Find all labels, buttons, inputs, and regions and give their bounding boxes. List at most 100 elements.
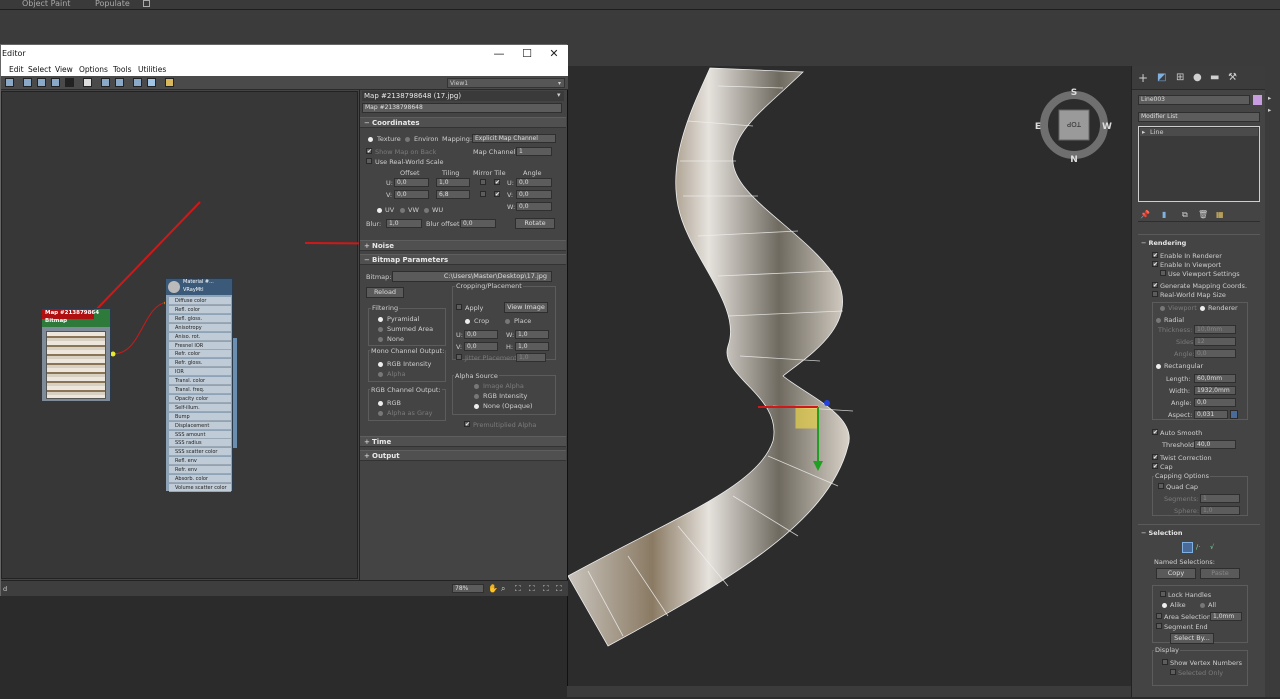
material-slot[interactable]: Volume scatter color [169, 483, 231, 492]
vraymtl-node[interactable]: Material #... VRayMtl Diffuse color Refl.… [165, 278, 233, 492]
menu-edit[interactable]: Edit [9, 65, 24, 74]
populate-tab[interactable]: Populate [95, 0, 130, 8]
material-slot[interactable]: Refl. env [169, 457, 231, 466]
quad-cap-checkbox[interactable] [1158, 483, 1164, 489]
mono-rgb-intensity-radio[interactable] [378, 362, 383, 367]
pin-stack-icon[interactable]: 📌 [1140, 210, 1150, 219]
area-selection-checkbox[interactable] [1156, 613, 1162, 619]
output-rollout-header[interactable]: + Output [360, 450, 566, 461]
map-name-field[interactable]: Map #2138798648 [362, 103, 562, 113]
motion-icon[interactable]: ● [1193, 72, 1202, 83]
summed-area-radio[interactable] [378, 327, 383, 332]
crop-u-field[interactable]: 0,0 [464, 330, 498, 339]
menu-view[interactable]: View [55, 65, 73, 74]
display-icon[interactable]: ▬ [1210, 72, 1219, 83]
menu-options[interactable]: Options [79, 65, 108, 74]
u-angle-field[interactable]: 0,0 [516, 178, 552, 187]
u-mirror-checkbox[interactable] [480, 179, 486, 185]
crop-w-field[interactable]: 1,0 [515, 330, 549, 339]
material-slot[interactable]: Displacement [169, 421, 231, 430]
zoom-selected-icon[interactable]: ⛶ [543, 584, 549, 594]
map-channel-field[interactable]: 1 [516, 147, 552, 156]
material-slot[interactable]: Refl. color [169, 305, 231, 314]
put-to-scene-icon[interactable] [37, 78, 46, 87]
material-parameters-icon[interactable] [165, 78, 174, 87]
move-children-icon[interactable] [101, 78, 110, 87]
view-dropdown[interactable]: View1 ▾ [447, 78, 565, 88]
viewcube-face[interactable]: TOP [1067, 120, 1082, 128]
sides-field[interactable]: 12 [1194, 337, 1236, 346]
node-canvas[interactable]: Map #213879864 Bitmap Material #... VRay… [1, 91, 359, 579]
alike-radio[interactable] [1162, 603, 1167, 608]
alpha-rgb-intensity-radio[interactable] [474, 394, 479, 399]
material-slot[interactable]: Transl. color [169, 377, 231, 386]
zoom-field[interactable]: 78% [452, 584, 484, 593]
area-selection-field[interactable]: 1,0mm [1210, 612, 1242, 621]
expand-arrow-icon[interactable]: ▸ [1268, 106, 1271, 114]
show-map-on-back-checkbox[interactable]: ✔ [366, 148, 372, 155]
sphere-field[interactable]: 1,0 [1200, 506, 1240, 515]
v-offset-field[interactable]: 0,0 [394, 190, 429, 199]
material-slot[interactable]: Refl. gloss. [169, 314, 231, 323]
make-unique-icon[interactable]: ⧉ [1182, 210, 1188, 220]
rect-angle-field[interactable]: 0,0 [1194, 398, 1236, 407]
layout-children-icon[interactable] [147, 78, 156, 87]
material-slot[interactable]: Refr. gloss. [169, 359, 231, 368]
object-name-field[interactable]: Line003 [1138, 95, 1250, 105]
material-slot[interactable]: SSS radius [169, 439, 231, 448]
remove-modifier-icon[interactable]: 🗑 [1198, 210, 1208, 219]
alpha-as-gray-radio[interactable] [378, 411, 383, 416]
jitter-field[interactable]: 1,0 [516, 353, 546, 362]
material-slot[interactable]: SSS amount [169, 430, 231, 439]
real-world-map-checkbox[interactable] [1152, 291, 1158, 297]
mono-alpha-radio[interactable] [378, 372, 383, 377]
bitmap-parameters-rollout-header[interactable]: − Bitmap Parameters [360, 254, 566, 265]
filter-none-radio[interactable] [378, 337, 383, 342]
zoom-extents-icon[interactable]: ⛶ [529, 584, 535, 594]
image-alpha-radio[interactable] [474, 384, 479, 389]
width-field[interactable]: 1932,0mm [1194, 386, 1236, 395]
rotate-button[interactable]: Rotate [515, 218, 555, 229]
object-color-swatch[interactable] [1253, 95, 1262, 105]
material-slot[interactable]: SSS scatter color [169, 448, 231, 457]
twist-correction-checkbox[interactable]: ✔ [1152, 454, 1158, 461]
menu-utilities[interactable]: Utilities [138, 65, 166, 74]
wu-radio[interactable] [424, 208, 429, 213]
editor-titlebar[interactable]: Editor — ☐ ✕ [1, 45, 568, 63]
zoom-icon[interactable]: ⌕ [501, 584, 505, 594]
jitter-checkbox[interactable] [456, 354, 462, 360]
enable-renderer-checkbox[interactable]: ✔ [1152, 252, 1158, 259]
crop-h-field[interactable]: 1,0 [515, 342, 549, 351]
hierarchy-icon[interactable]: ⊞ [1176, 72, 1184, 83]
uv-radio[interactable] [377, 208, 382, 213]
menu-select[interactable]: Select [28, 65, 51, 74]
renderer-radio[interactable] [1200, 306, 1205, 311]
v-tiling-field[interactable]: 6,8 [436, 190, 470, 199]
radial-angle-field[interactable]: 0,0 [1194, 349, 1236, 358]
use-real-world-checkbox[interactable] [366, 158, 372, 164]
noise-rollout-header[interactable]: + Noise [360, 240, 566, 251]
layout-all-icon[interactable] [133, 78, 142, 87]
crop-v-field[interactable]: 0,0 [464, 342, 498, 351]
u-tiling-field[interactable]: 1,0 [436, 178, 470, 187]
pick-material-icon[interactable] [23, 78, 32, 87]
material-slot[interactable]: Bump [169, 412, 231, 421]
environ-radio[interactable] [405, 137, 410, 142]
material-slot[interactable]: Opacity color [169, 394, 231, 403]
viewport-canvas[interactable]: TOP S N E W [567, 66, 1132, 697]
vraymtl-node-header[interactable]: Material #... VRayMtl [166, 279, 232, 295]
minimize-button[interactable]: — [485, 47, 513, 61]
gizmo-z-handle[interactable] [824, 400, 830, 406]
close-button[interactable]: ✕ [540, 47, 568, 61]
w-angle-field[interactable]: 0,0 [516, 202, 552, 211]
use-viewport-settings-checkbox[interactable] [1160, 270, 1166, 276]
viewcube[interactable]: TOP S N E W [1035, 88, 1112, 165]
aspect-field[interactable]: 0,031 [1194, 410, 1228, 419]
delete-icon[interactable] [83, 78, 92, 87]
selection-box[interactable] [795, 405, 819, 429]
object-paint-tab[interactable]: Object Paint [22, 0, 70, 8]
enable-viewport-checkbox[interactable]: ✔ [1152, 261, 1158, 268]
radial-radio[interactable] [1156, 318, 1161, 323]
menu-tools[interactable]: Tools [113, 65, 131, 74]
selection-title[interactable]: − Selection [1141, 529, 1183, 537]
